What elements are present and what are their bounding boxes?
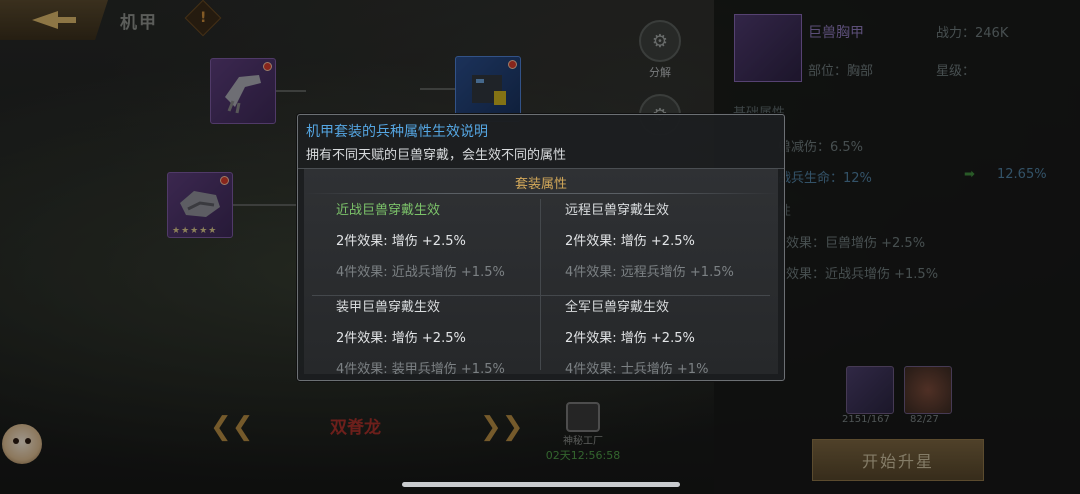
- divider: [304, 193, 778, 194]
- set-cell-armored: 装甲巨兽穿戴生效 2件效果: 增伤 +2.5% 4件效果: 装甲兵增伤 +1.5…: [336, 296, 566, 377]
- two-piece-effect: 2件效果: 增伤 +2.5%: [565, 234, 695, 249]
- two-piece-effect: 2件效果: 增伤 +2.5%: [336, 331, 466, 346]
- dialog-description: 拥有不同天赋的巨兽穿戴，会生效不同的属性: [306, 148, 567, 163]
- set-attributes-body: 套装属性 近战巨兽穿戴生效 2件效果: 增伤 +2.5% 4件效果: 近战兵增伤…: [304, 169, 778, 377]
- four-piece-effect: 4件效果: 装甲兵增伤 +1.5%: [336, 362, 505, 377]
- home-indicator[interactable]: [402, 482, 680, 487]
- set-attribute-info-dialog: 机甲套装的兵种属性生效说明 拥有不同天赋的巨兽穿戴，会生效不同的属性 套装属性 …: [297, 114, 785, 381]
- set-cell-heading: 近战巨兽穿戴生效: [336, 203, 441, 218]
- four-piece-effect: 4件效果: 士兵增伤 +1%: [565, 362, 709, 377]
- four-piece-effect: 4件效果: 近战兵增伤 +1.5%: [336, 265, 505, 280]
- set-cell-heading: 装甲巨兽穿戴生效: [336, 300, 441, 315]
- section-title: 套装属性: [514, 177, 567, 192]
- set-cell-all-army: 全军巨兽穿戴生效 2件效果: 增伤 +2.5% 4件效果: 士兵增伤 +1%: [565, 296, 795, 377]
- dialog-title: 机甲套装的兵种属性生效说明: [306, 124, 488, 140]
- two-piece-effect: 2件效果: 增伤 +2.5%: [336, 234, 466, 249]
- set-cell-heading: 全军巨兽穿戴生效: [565, 300, 670, 315]
- set-cell-heading: 远程巨兽穿戴生效: [565, 203, 670, 218]
- set-cell-melee: 近战巨兽穿戴生效 2件效果: 增伤 +2.5% 4件效果: 近战兵增伤 +1.5…: [336, 199, 566, 280]
- set-cell-ranged: 远程巨兽穿戴生效 2件效果: 增伤 +2.5% 4件效果: 远程兵增伤 +1.5…: [565, 199, 795, 280]
- two-piece-effect: 2件效果: 增伤 +2.5%: [565, 331, 695, 346]
- four-piece-effect: 4件效果: 远程兵增伤 +1.5%: [565, 265, 734, 280]
